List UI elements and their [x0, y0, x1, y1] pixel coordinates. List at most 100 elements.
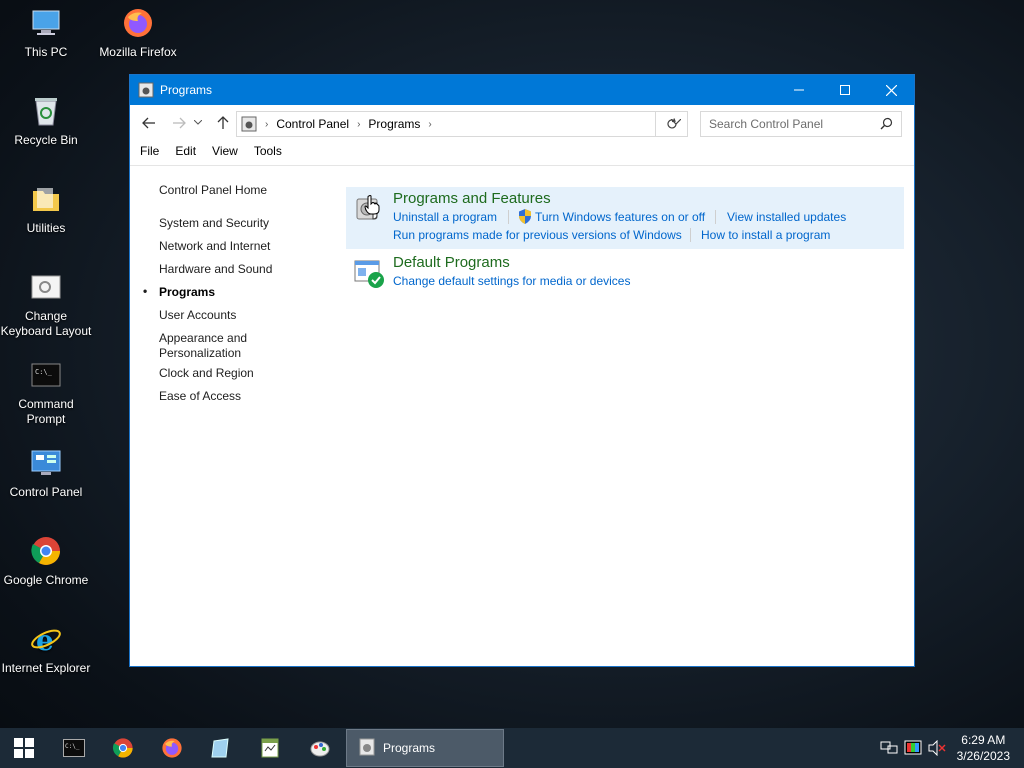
menu-tools[interactable]: Tools	[254, 144, 282, 158]
menu-bar: File Edit View Tools	[130, 141, 914, 161]
volume-muted-icon[interactable]	[928, 739, 946, 757]
desktop-icon-label: Change Keyboard Layout	[0, 309, 92, 338]
palette-icon	[310, 741, 330, 757]
desktop-icon-label: This PC	[24, 45, 68, 59]
menu-file[interactable]: File	[140, 144, 159, 158]
nav-programs[interactable]: Programs	[159, 285, 215, 300]
link-separator	[508, 210, 509, 224]
category-default-programs[interactable]: Default Programs Change default settings…	[346, 251, 904, 291]
taskbar-command-prompt[interactable]: C:\_	[50, 728, 98, 768]
start-button[interactable]	[0, 728, 48, 768]
close-button[interactable]	[868, 75, 914, 105]
desktop-icon-label: Mozilla Firefox	[99, 45, 177, 59]
desktop-icon-label: Recycle Bin	[14, 133, 78, 147]
programs-window-icon	[359, 738, 375, 759]
nav-hardware-and-sound[interactable]: Hardware and Sound	[159, 262, 272, 277]
desktop-icon-keyboard-layout[interactable]: Change Keyboard Layout	[0, 270, 92, 339]
svg-text:C:\_: C:\_	[65, 743, 80, 750]
desktop-icon-command-prompt[interactable]: C:\_ Command Prompt	[0, 358, 92, 427]
back-button[interactable]	[137, 111, 161, 135]
link-separator	[690, 228, 691, 242]
control-panel-icon	[29, 446, 63, 480]
recent-locations-button[interactable]	[191, 111, 205, 135]
menu-view[interactable]: View	[212, 144, 238, 158]
computer-icon	[29, 6, 63, 40]
system-clock[interactable]: 6:29 AM 3/26/2023	[957, 732, 1010, 764]
category-title[interactable]: Programs and Features	[393, 190, 551, 207]
nav-system-and-security[interactable]: System and Security	[159, 216, 269, 231]
desktop-icon-label: Utilities	[26, 221, 66, 235]
maximize-icon	[840, 85, 850, 95]
forward-button[interactable]	[167, 111, 191, 135]
chrome-icon	[29, 534, 63, 568]
taskbar-text-editor[interactable]	[246, 728, 294, 768]
settings-window-icon	[29, 270, 63, 304]
chevron-right-icon[interactable]: ›	[428, 119, 431, 130]
menu-divider	[130, 165, 914, 166]
search-box[interactable]: Search Control Panel	[700, 111, 902, 137]
shield-icon	[518, 209, 532, 227]
up-button[interactable]	[211, 111, 235, 135]
back-arrow-icon	[142, 117, 155, 129]
breadcrumb-programs[interactable]: Programs	[368, 117, 420, 131]
taskbar-firefox[interactable]	[148, 728, 196, 768]
nav-ease-of-access[interactable]: Ease of Access	[159, 389, 241, 404]
taskbar-programs-window[interactable]: Programs	[346, 729, 504, 767]
nav-appearance-and-personalization[interactable]: Appearance and Personalization	[159, 331, 259, 361]
desktop-icon-utilities[interactable]: Utilities	[0, 182, 92, 236]
nav-control-panel-home[interactable]: Control Panel Home	[159, 183, 267, 198]
chrome-icon	[112, 738, 133, 758]
breadcrumb-control-panel[interactable]: Control Panel	[276, 117, 349, 131]
nav-clock-and-region[interactable]: Clock and Region	[159, 366, 254, 381]
folder-icon	[29, 182, 63, 216]
link-separator	[715, 210, 716, 224]
nav-network-and-internet[interactable]: Network and Internet	[159, 239, 270, 254]
forward-arrow-icon	[173, 117, 186, 129]
desktop-icon-recycle-bin[interactable]: Recycle Bin	[0, 94, 92, 148]
maximize-button[interactable]	[822, 75, 868, 105]
firefox-icon	[162, 738, 182, 758]
chevron-right-icon[interactable]: ›	[357, 119, 360, 130]
taskbar-paint-app[interactable]	[296, 728, 344, 768]
taskbar-chrome[interactable]	[99, 728, 147, 768]
close-icon	[885, 84, 897, 96]
category-programs-and-features[interactable]: Programs and Features Uninstall a progra…	[346, 187, 904, 249]
title-bar[interactable]: Programs	[130, 75, 914, 105]
desktop-icon-label: Google Chrome	[3, 573, 89, 587]
link-change-default-settings[interactable]: Change default settings for media or dev…	[393, 274, 630, 288]
refresh-button[interactable]	[655, 111, 688, 137]
up-arrow-icon	[217, 116, 229, 129]
internet-explorer-icon: e	[29, 622, 63, 656]
refresh-icon	[666, 118, 677, 129]
active-bullet: •	[143, 284, 148, 298]
cmd-icon: C:\_	[63, 739, 85, 757]
notebook-icon	[211, 738, 229, 758]
search-input[interactable]: Search Control Panel	[709, 117, 823, 131]
desktop-icon-this-pc[interactable]: This PC	[0, 6, 92, 60]
link-uninstall-program[interactable]: Uninstall a program	[393, 210, 497, 224]
color-display-icon[interactable]	[904, 740, 922, 756]
network-icon[interactable]	[880, 740, 898, 756]
link-how-to-install[interactable]: How to install a program	[701, 228, 830, 242]
link-turn-windows-features[interactable]: Turn Windows features on or off	[535, 210, 705, 224]
link-view-installed-updates[interactable]: View installed updates	[727, 210, 846, 224]
recycle-bin-icon	[29, 94, 63, 128]
default-programs-icon	[353, 257, 385, 289]
category-title[interactable]: Default Programs	[393, 254, 510, 271]
desktop-icon-internet-explorer[interactable]: e Internet Explorer	[0, 622, 92, 676]
nav-user-accounts[interactable]: User Accounts	[159, 308, 236, 323]
minimize-button[interactable]	[776, 75, 822, 105]
taskbar-notepad-app[interactable]	[197, 728, 245, 768]
desktop-icon-label: Command Prompt	[18, 397, 74, 426]
chevron-right-icon[interactable]: ›	[265, 119, 268, 130]
address-location-icon	[241, 116, 257, 132]
programs-window-icon	[138, 82, 154, 98]
editor-icon	[261, 738, 279, 758]
desktop-icon-chrome[interactable]: Google Chrome	[0, 534, 92, 588]
desktop-icon-firefox[interactable]: Mozilla Firefox	[92, 6, 184, 60]
menu-edit[interactable]: Edit	[175, 144, 196, 158]
windows-logo-icon	[14, 738, 34, 758]
address-bar[interactable]: › Control Panel › Programs ›	[236, 111, 688, 137]
link-run-previous-versions[interactable]: Run programs made for previous versions …	[393, 228, 682, 242]
desktop-icon-control-panel[interactable]: Control Panel	[0, 446, 92, 500]
